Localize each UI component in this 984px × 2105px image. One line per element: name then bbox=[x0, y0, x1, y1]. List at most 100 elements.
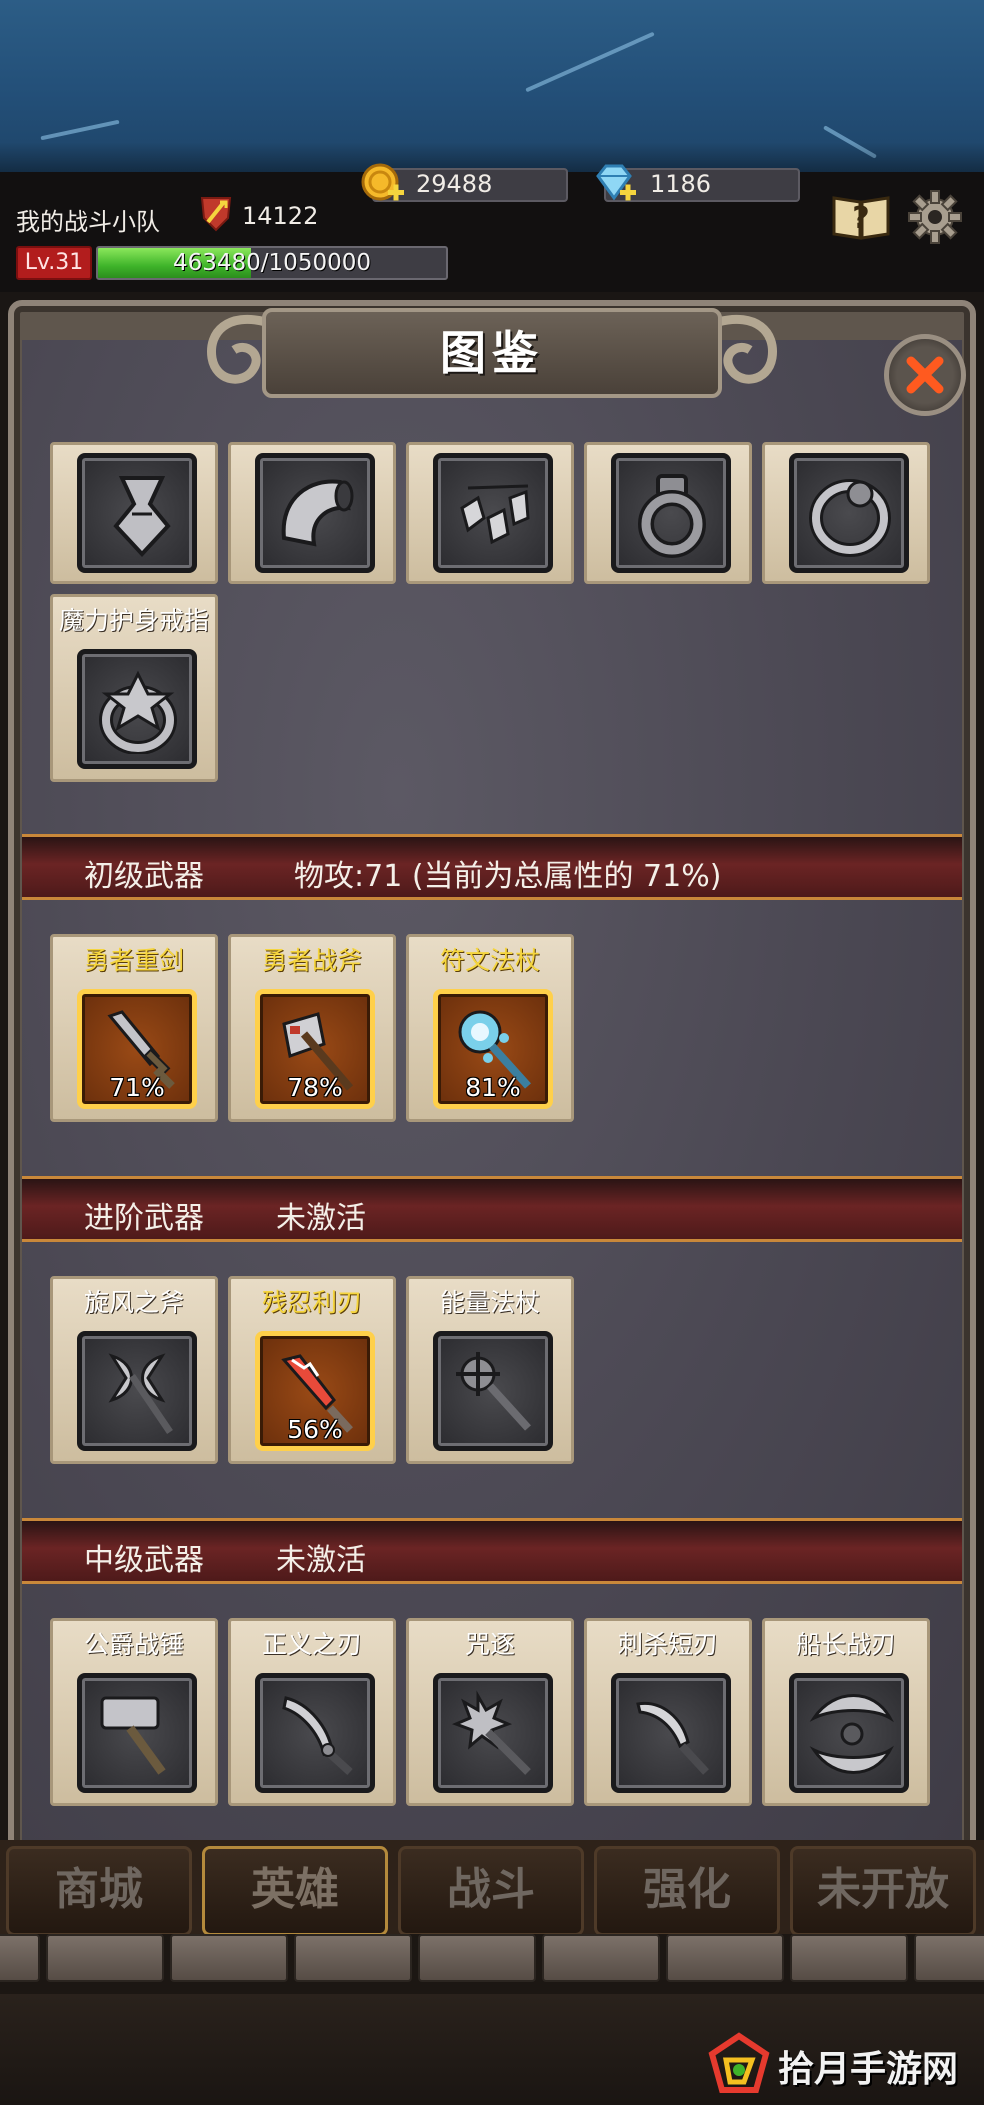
codex-card[interactable]: 公爵战锤 bbox=[50, 1618, 218, 1806]
item-slot[interactable] bbox=[611, 453, 731, 573]
title-left-ornament-icon bbox=[207, 314, 268, 384]
card-name: 魔力护身戒指 bbox=[58, 606, 209, 635]
codex-card[interactable]: 船长战刃 bbox=[762, 1618, 930, 1806]
card-name: 船长战刃 bbox=[795, 1630, 896, 1659]
section-banner-basic-weapons: 初级武器 物攻:71 (当前为总属性的 71%) bbox=[22, 834, 962, 900]
level-badge: Lv.31 bbox=[16, 246, 92, 280]
panel-title: 图鉴 bbox=[440, 326, 544, 380]
item-slot[interactable]: 71% bbox=[77, 989, 197, 1109]
collection-percent: 71% bbox=[109, 1073, 165, 1102]
codex-card[interactable]: 残忍利刃 56% bbox=[228, 1276, 396, 1464]
item-slot[interactable] bbox=[433, 1331, 553, 1451]
item-slot[interactable] bbox=[433, 1673, 553, 1793]
card-name: 残忍利刃 bbox=[261, 1288, 362, 1317]
nav-tab-upgrade[interactable]: 强化 bbox=[594, 1846, 780, 1936]
gold-add-icon[interactable] bbox=[360, 160, 406, 206]
team-name: 我的战斗小队 bbox=[16, 208, 160, 236]
card-name: 正义之刃 bbox=[261, 1630, 362, 1659]
section-status: 未激活 bbox=[276, 1543, 366, 1578]
guide-book-icon[interactable]: ? bbox=[830, 190, 892, 242]
diamond-add-icon[interactable] bbox=[592, 160, 638, 206]
codex-card[interactable]: 咒逐 bbox=[406, 1618, 574, 1806]
mace-staff-icon bbox=[456, 1352, 531, 1431]
close-button[interactable] bbox=[884, 334, 966, 416]
card-name: 符文法杖 bbox=[439, 946, 540, 975]
double-axe-icon bbox=[108, 1353, 173, 1434]
stone-brick-ledge bbox=[0, 1934, 984, 1994]
horn-icon bbox=[281, 479, 354, 547]
amulet-icon bbox=[113, 476, 171, 557]
codex-card[interactable]: 符文法杖 81% bbox=[406, 934, 574, 1122]
codex-card[interactable]: 勇者重剑 71% bbox=[50, 934, 218, 1122]
codex-card[interactable]: 正义之刃 bbox=[228, 1618, 396, 1806]
codex-card[interactable]: 魔力护身戒指 bbox=[50, 594, 218, 782]
item-slot[interactable] bbox=[77, 649, 197, 769]
item-slot[interactable] bbox=[77, 1331, 197, 1451]
section-banner-intermediate-weapons: 中级武器 未激活 bbox=[22, 1518, 962, 1584]
codex-card[interactable]: 旋风之斧 bbox=[50, 1276, 218, 1464]
section-banner-advanced-weapons: 进阶武器 未激活 bbox=[22, 1176, 962, 1242]
hammer-icon bbox=[100, 1696, 166, 1775]
nav-tab-battle[interactable]: 战斗 bbox=[398, 1846, 584, 1936]
power-value: 14122 bbox=[242, 202, 319, 230]
codex-card[interactable] bbox=[584, 442, 752, 584]
section-label: 中级武器 bbox=[84, 1543, 204, 1578]
item-slot[interactable] bbox=[789, 453, 909, 573]
dagger-icon bbox=[636, 1701, 709, 1775]
item-slot[interactable]: 78% bbox=[255, 989, 375, 1109]
exp-text: 463480/1050000 bbox=[173, 250, 371, 276]
collection-percent: 56% bbox=[287, 1415, 343, 1444]
item-slot[interactable] bbox=[77, 453, 197, 573]
item-slot[interactable]: 56% bbox=[255, 1331, 375, 1451]
crescent-blade-icon bbox=[809, 1694, 894, 1774]
item-slot[interactable] bbox=[789, 1673, 909, 1793]
bone-charms-icon bbox=[460, 484, 530, 545]
codex-card[interactable] bbox=[406, 442, 574, 584]
card-name: 刺杀短刃 bbox=[617, 1630, 718, 1659]
item-slot[interactable] bbox=[433, 453, 553, 573]
section-label: 进阶武器 bbox=[84, 1201, 204, 1236]
item-slot[interactable] bbox=[611, 1673, 731, 1793]
power-shield-icon bbox=[200, 197, 232, 232]
magic-ring-icon bbox=[99, 670, 177, 754]
section-label: 初级武器 bbox=[84, 859, 204, 894]
card-name: 勇者战斧 bbox=[261, 946, 362, 975]
card-name: 公爵战锤 bbox=[83, 1630, 184, 1659]
item-slot[interactable] bbox=[255, 453, 375, 573]
card-name: 勇者重剑 bbox=[83, 946, 184, 975]
codex-card[interactable]: 勇者战斧 78% bbox=[228, 934, 396, 1122]
brand-logo-icon bbox=[708, 2032, 770, 2093]
panel-title-plate: 图鉴 bbox=[262, 308, 722, 398]
gold-value: 29488 bbox=[416, 170, 493, 198]
nav-tab-heroes[interactable]: 英雄 bbox=[202, 1846, 388, 1936]
diamond-value: 1186 bbox=[650, 170, 712, 198]
settings-gear-icon[interactable] bbox=[906, 188, 964, 246]
brand-watermark-text: 拾月手游网 bbox=[778, 2049, 959, 2090]
curved-sword-icon bbox=[282, 1696, 353, 1775]
close-icon[interactable] bbox=[889, 339, 961, 411]
section-status: 未激活 bbox=[276, 1201, 366, 1236]
codex-card[interactable]: 能量法杖 bbox=[406, 1276, 574, 1464]
exp-bar: 463480/1050000 bbox=[96, 246, 448, 280]
nav-tab-locked[interactable]: 未开放 bbox=[790, 1846, 976, 1936]
collection-percent: 81% bbox=[465, 1073, 521, 1102]
card-name: 旋风之斧 bbox=[83, 1288, 184, 1317]
codex-card[interactable] bbox=[228, 442, 396, 584]
codex-card[interactable] bbox=[50, 442, 218, 584]
nav-tab-shop[interactable]: 商城 bbox=[6, 1846, 192, 1936]
cross-mace-icon bbox=[451, 1690, 531, 1775]
card-name: 能量法杖 bbox=[439, 1288, 540, 1317]
silver-ring-icon bbox=[809, 479, 891, 557]
item-slot[interactable] bbox=[255, 1673, 375, 1793]
collection-percent: 78% bbox=[287, 1073, 343, 1102]
title-right-ornament-icon bbox=[716, 314, 777, 384]
section-status: 物攻:71 (当前为总属性的 71%) bbox=[294, 859, 722, 894]
sky-banner bbox=[0, 0, 984, 172]
top-hud: 我的战斗小队 14122 29488 1186 ? Lv.31 463480/1… bbox=[0, 163, 984, 292]
card-name: 咒逐 bbox=[464, 1630, 515, 1659]
item-slot[interactable]: 81% bbox=[433, 989, 553, 1109]
item-slot[interactable] bbox=[77, 1673, 197, 1793]
codex-card[interactable] bbox=[762, 442, 930, 584]
svg-text:?: ? bbox=[852, 201, 869, 236]
codex-card[interactable]: 刺杀短刃 bbox=[584, 1618, 752, 1806]
